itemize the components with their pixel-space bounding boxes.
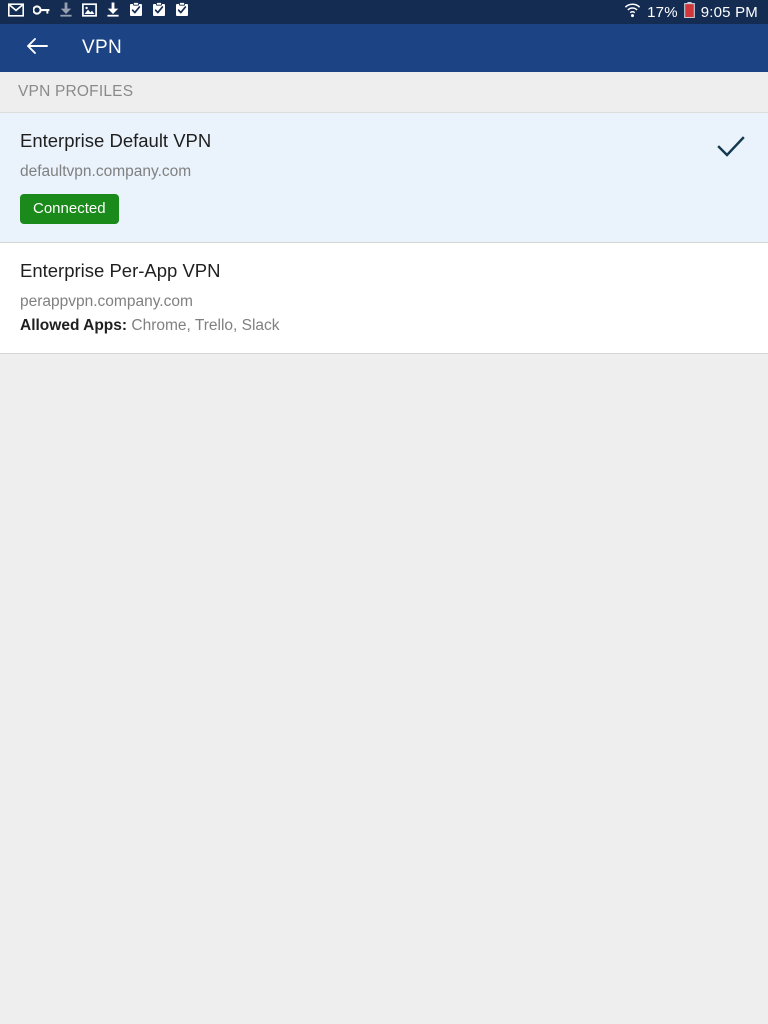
vpn-profile-title: Enterprise Per-App VPN bbox=[20, 260, 221, 281]
clipboard-check-icon-2 bbox=[152, 1, 166, 22]
vpn-profile-row-per-app[interactable]: Enterprise Per-App VPN perappvpn.company… bbox=[0, 243, 768, 354]
download-icon-dim bbox=[59, 2, 73, 22]
clipboard-check-icon-1 bbox=[129, 1, 143, 22]
status-bar-notification-icons bbox=[8, 1, 189, 22]
status-bar: 17% 9:05 PM bbox=[0, 0, 768, 24]
allowed-apps-label: Allowed Apps: bbox=[20, 317, 132, 334]
vpn-profiles-list: Enterprise Default VPN defaultvpn.compan… bbox=[0, 113, 768, 354]
vpn-profile-row-default[interactable]: Enterprise Default VPN defaultvpn.compan… bbox=[0, 113, 768, 243]
battery-low-icon bbox=[683, 2, 695, 22]
allowed-apps-value: Chrome, Trello, Slack bbox=[131, 317, 280, 334]
empty-content-area bbox=[0, 354, 768, 1024]
vpn-profile-title: Enterprise Default VPN bbox=[20, 130, 212, 151]
back-button[interactable] bbox=[22, 33, 52, 63]
vpn-settings-screen: 17% 9:05 PM VPN VPN PROFILES Enterprise … bbox=[0, 0, 768, 1024]
vpn-profile-server: defaultvpn.company.com bbox=[20, 163, 192, 180]
back-arrow-icon bbox=[25, 36, 49, 61]
battery-percentage: 17% bbox=[647, 3, 678, 21]
section-header-vpn-profiles: VPN PROFILES bbox=[0, 72, 768, 113]
clipboard-check-icon-3 bbox=[175, 1, 189, 22]
status-bar-system-indicators: 17% 9:05 PM bbox=[624, 2, 758, 22]
status-badge-connected: Connected bbox=[20, 194, 119, 224]
vpn-profile-server: perappvpn.company.com bbox=[20, 293, 193, 310]
download-icon bbox=[106, 2, 120, 22]
checkmark-icon bbox=[716, 135, 746, 164]
mail-icon bbox=[8, 2, 24, 22]
key-icon bbox=[32, 3, 50, 21]
page-title: VPN bbox=[82, 37, 122, 58]
app-bar: VPN bbox=[0, 24, 768, 72]
status-bar-clock: 9:05 PM bbox=[700, 3, 758, 21]
vpn-profile-allowed-apps: Allowed Apps: Chrome, Trello, Slack bbox=[20, 314, 708, 337]
photo-icon bbox=[82, 2, 97, 22]
wifi-icon bbox=[624, 2, 641, 22]
